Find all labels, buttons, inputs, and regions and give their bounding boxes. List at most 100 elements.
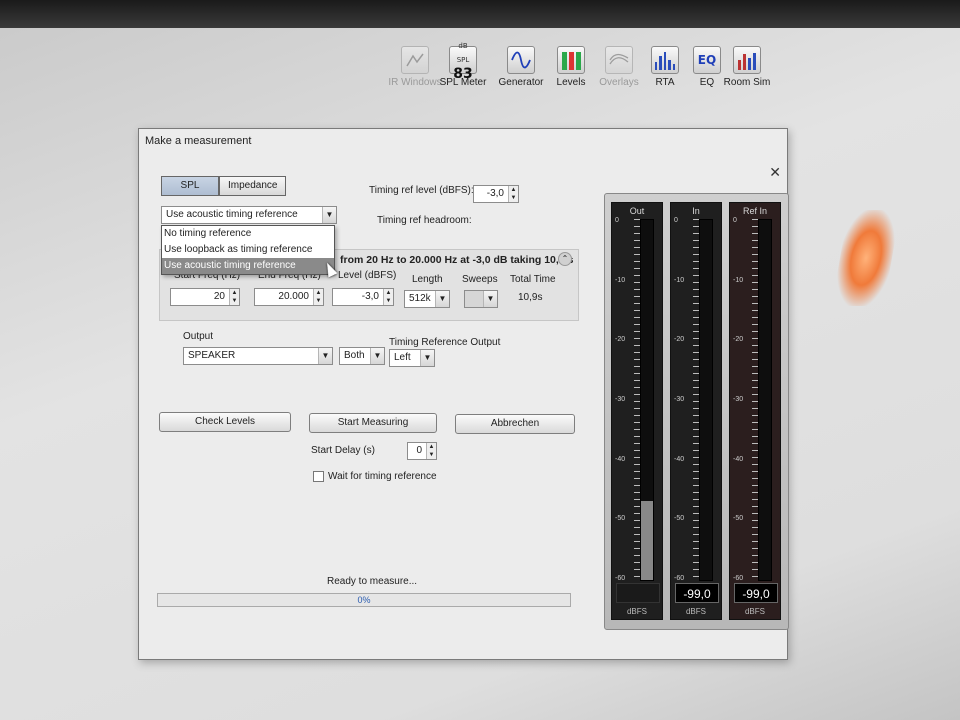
chevron-down-icon[interactable]: ▼ — [483, 291, 497, 307]
meter-scale-label: -30 — [674, 396, 685, 403]
timing-reference-dropdown: No timing reference Use loopback as timi… — [161, 225, 335, 275]
chevron-down-icon[interactable]: ▼ — [370, 348, 384, 364]
output-channel-value: Both — [344, 350, 365, 361]
meter-scale-label: -60 — [733, 575, 744, 582]
length-label: Length — [412, 274, 443, 285]
meter-scale-label: 0 — [615, 217, 619, 224]
meter-out-title: Out — [629, 206, 645, 216]
close-icon[interactable]: ✕ — [769, 164, 781, 181]
meter-scale-label: -30 — [615, 396, 626, 403]
meter-ref-in-unit: dBFS — [744, 607, 765, 616]
total-time-value: 10,9s — [518, 292, 543, 303]
meter-ref-in-readout: -99,0 — [734, 583, 778, 603]
level-field[interactable]: -3,0 ▲ ▼ — [332, 288, 394, 306]
meter-scale-label: 0 — [733, 217, 737, 224]
timing-reference-value: Use acoustic timing reference — [166, 209, 298, 220]
total-time-label: Total Time — [510, 274, 556, 285]
meter-scale-label: -10 — [615, 276, 626, 284]
ir-windows-icon — [401, 46, 429, 74]
wait-for-timing-label: Wait for timing reference — [328, 471, 437, 482]
toolbar-room-sim-label: Room Sim — [723, 77, 771, 88]
meter-in-unit: dBFS — [685, 607, 706, 616]
end-freq-value: 20.000 — [278, 291, 309, 302]
measurement-type-tabs: SPL Impedance — [161, 176, 287, 196]
wait-for-timing-checkbox[interactable] — [313, 471, 324, 482]
toolbar-spl-meter-button[interactable]: dB SPL 83 SPL Meter — [433, 42, 493, 88]
meter-ref-in: Ref In -99,0 dBFS 0 -10 -20 -30 -40 -50 -60 — [729, 202, 781, 620]
output-channel-select[interactable]: Both ▼ — [339, 347, 385, 365]
start-freq-value: 20 — [213, 291, 225, 302]
start-delay-label: Start Delay (s) — [311, 445, 375, 456]
timing-option-acoustic[interactable]: Use acoustic timing reference — [162, 258, 334, 274]
collapse-up-icon[interactable]: ⌃ — [558, 252, 572, 266]
length-value: 512k — [409, 293, 431, 304]
meter-out-unit: dBFS — [626, 607, 647, 616]
timing-ref-headroom-label: Timing ref headroom: — [377, 215, 472, 226]
meter-scale-label: -50 — [674, 515, 685, 523]
meter-scale-label: -40 — [733, 455, 744, 463]
chevron-down-icon[interactable]: ▼ — [318, 348, 332, 364]
timing-option-none[interactable]: No timing reference — [162, 226, 334, 242]
timing-option-loopback[interactable]: Use loopback as timing reference — [162, 242, 334, 258]
timing-ref-level-label: Timing ref level (dBFS): — [369, 185, 474, 196]
output-device-select[interactable]: SPEAKER ▼ — [183, 347, 333, 365]
spl-meter-caption: dB SPL — [456, 42, 470, 64]
spinner-arrows-icon[interactable]: ▲ ▼ — [383, 289, 393, 305]
spinner-arrows-icon[interactable]: ▲ ▼ — [229, 289, 239, 305]
end-freq-field[interactable]: 20.000 ▲ ▼ — [254, 288, 324, 306]
start-freq-field[interactable]: 20 ▲ ▼ — [170, 288, 240, 306]
meter-out-track — [640, 219, 654, 581]
start-delay-field[interactable]: 0 ▲ ▼ — [407, 442, 437, 460]
toolbar-room-sim-button[interactable]: Room Sim — [717, 46, 777, 88]
output-label: Output — [183, 331, 214, 342]
meter-scale-label: -20 — [674, 336, 685, 344]
meter-in-track — [699, 219, 713, 581]
check-levels-button[interactable]: Check Levels — [159, 412, 291, 432]
timing-ref-level-field[interactable]: -3,0 ▲ ▼ — [473, 185, 519, 203]
dialog-title: Make a measurement — [145, 135, 252, 147]
meter-scale-label: -20 — [615, 336, 626, 344]
start-delay-value: 0 — [416, 445, 422, 456]
spinner-arrows-icon[interactable]: ▲ ▼ — [508, 186, 518, 202]
spinner-arrows-icon[interactable]: ▲ ▼ — [313, 289, 323, 305]
output-device-value: SPEAKER — [188, 350, 236, 361]
meter-out: Out dBFS 0 -10 -20 -30 -40 -50 -60 — [611, 202, 663, 620]
level-label: Level (dBFS) — [338, 270, 397, 281]
tab-impedance[interactable]: Impedance — [219, 176, 287, 196]
length-select[interactable]: 512k ▼ — [404, 290, 450, 308]
meter-ref-in-track — [758, 219, 772, 581]
progress-text: 0% — [357, 595, 371, 605]
timing-ref-output-label: Timing Reference Output — [389, 337, 501, 348]
generator-icon — [507, 46, 535, 74]
meter-in-readout: -99,0 — [675, 583, 719, 603]
meter-scale-label: -10 — [674, 276, 685, 284]
cancel-button[interactable]: Abbrechen — [455, 414, 575, 434]
chevron-down-icon[interactable]: ▼ — [322, 207, 336, 223]
meter-scale-label: -10 — [733, 276, 744, 284]
rta-icon — [651, 46, 679, 74]
meter-scale-label: -60 — [674, 575, 685, 582]
timing-reference-select[interactable]: Use acoustic timing reference ▼ — [161, 206, 337, 224]
main-toolbar: IR Windows dB SPL 83 SPL Meter Generator… — [385, 42, 785, 116]
meter-scale-label: -40 — [674, 455, 685, 463]
spinner-arrows-icon[interactable]: ▲ ▼ — [426, 443, 436, 459]
meter-scale-label: -50 — [733, 515, 744, 523]
meter-scale-label: -30 — [733, 396, 744, 403]
room-sim-icon — [733, 46, 761, 74]
meter-ref-in-title: Ref In — [742, 206, 767, 216]
start-measuring-button[interactable]: Start Measuring — [309, 413, 437, 433]
chevron-down-icon[interactable]: ▼ — [435, 291, 449, 307]
sweeps-select[interactable]: ▼ — [464, 290, 498, 308]
meter-out-readout — [616, 583, 660, 603]
chevron-down-icon[interactable]: ▼ — [420, 350, 434, 366]
timing-ref-output-select[interactable]: Left ▼ — [389, 349, 435, 367]
meter-in-title: In — [692, 206, 700, 216]
meter-scale-label: -40 — [615, 455, 626, 463]
monitor-bezel — [0, 0, 960, 28]
toolbar-spl-meter-label: SPL Meter — [439, 77, 487, 88]
tab-spl[interactable]: SPL — [161, 176, 219, 196]
spl-meter-icon: dB SPL 83 — [449, 42, 477, 81]
measurement-progress-bar: 0% — [157, 593, 571, 607]
timing-ref-output-value: Left — [394, 352, 411, 363]
level-meters-panel: Out dBFS 0 -10 -20 -30 -40 -50 -60 In -99,0 dB… — [604, 193, 789, 630]
